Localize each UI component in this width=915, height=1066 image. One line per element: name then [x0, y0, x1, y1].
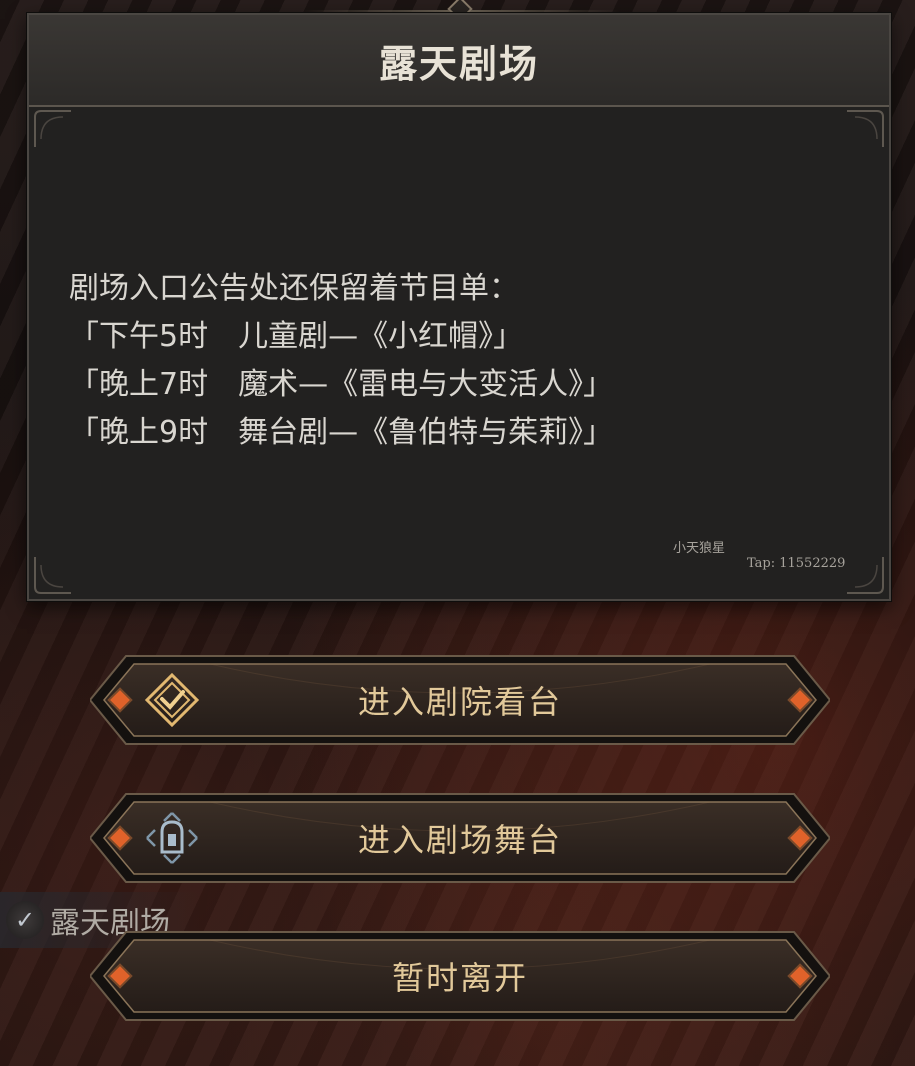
dialog-line: 「晚上7时 魔术—《雷电与大变活人》」 — [69, 367, 614, 402]
button-label: 进入剧院看台 — [357, 683, 562, 721]
top-ornament-line-right — [470, 10, 620, 12]
dialog-line: 「下午5时 儿童剧—《小红帽》」 — [69, 319, 524, 354]
watermark-name: 小天狼星 — [673, 541, 726, 556]
enter-stage-button[interactable]: 进入剧场舞台 — [90, 790, 830, 886]
dialog-line: 「晚上9时 舞台剧—《鲁伯特与茱莉》」 — [69, 415, 614, 450]
top-ornament-line-left — [300, 10, 450, 12]
corner-ornament-bottom-left — [33, 555, 73, 595]
corner-ornament-top-right — [845, 109, 885, 149]
leave-button[interactable]: 暂时离开 — [90, 928, 830, 1024]
check-icon: ✓ — [6, 901, 44, 939]
dialog-line: 剧场入口公告处还保留着节目单： — [69, 271, 519, 306]
dialog-header: 露天剧场 — [29, 15, 889, 107]
button-label: 暂时离开 — [391, 959, 528, 997]
game-scene: ✓ 露天剧场 露天剧场 剧场入口公告处还保留着节目单： 「下午5时 儿童剧—《小… — [0, 0, 915, 1066]
watermark-tap-id: Tap: 11552229 — [747, 556, 846, 571]
corner-ornament-bottom-right — [845, 555, 885, 595]
dialog-title: 露天剧场 — [378, 41, 539, 86]
dialog-body: 剧场入口公告处还保留着节目单： 「下午5时 儿童剧—《小红帽》」 「晚上7时 魔… — [69, 265, 849, 457]
corner-ornament-top-left — [33, 109, 73, 149]
button-label: 进入剧场舞台 — [357, 821, 562, 859]
event-dialog: 露天剧场 剧场入口公告处还保留着节目单： 「下午5时 儿童剧—《小红帽》」 「晚… — [27, 13, 891, 601]
enter-auditorium-button[interactable]: 进入剧院看台 — [90, 652, 830, 748]
